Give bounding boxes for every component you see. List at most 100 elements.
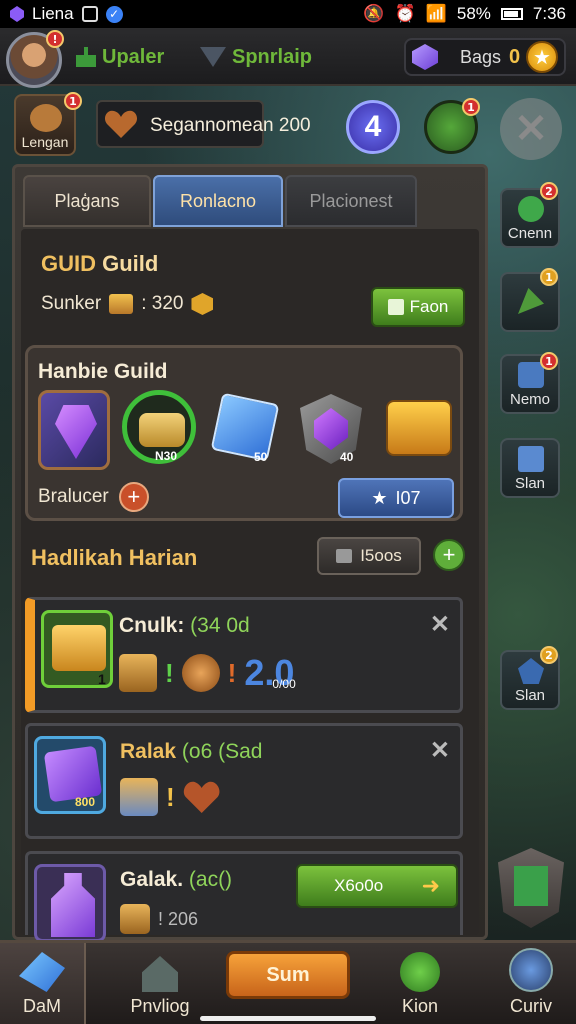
lengan-badge: 1	[64, 92, 82, 110]
gray-box-icon	[336, 549, 353, 563]
task2-close-icon[interactable]: ✕	[430, 736, 450, 765]
purple-crystal-reward[interactable]	[38, 390, 110, 470]
task1-small-number: 0/00	[272, 677, 296, 691]
status-bar: Liena ✓ 🔕 ⏰ 📶 58% 7:36	[0, 0, 576, 28]
heart-icon	[183, 779, 221, 815]
side-button-slan-1-label: Slan	[514, 475, 546, 492]
scroll-reward[interactable]: N30	[122, 390, 196, 464]
chip-spnrlaip[interactable]: Spnrlaip	[200, 40, 312, 74]
heart-icon	[104, 107, 138, 141]
crate-icon	[120, 904, 150, 934]
status-time: 7:36	[532, 4, 566, 23]
nav-pnvliog[interactable]: Pnvliog	[110, 943, 210, 1024]
close-button[interactable]: ✕	[500, 98, 562, 160]
gold-chest-icon	[386, 400, 452, 456]
shield-gem-reward[interactable]: 40	[294, 390, 366, 470]
green-shield-icon	[514, 866, 548, 906]
nav-dam[interactable]: DaM	[0, 943, 86, 1024]
battery-percent: 58%	[456, 4, 491, 23]
task3-subtitle: (ac()	[188, 868, 233, 891]
reward-card-title: Hanbie Guild	[38, 360, 168, 383]
task1-close-icon[interactable]: ✕	[430, 610, 450, 639]
task3-title: Galak. (ac()	[120, 868, 232, 892]
app-notification-icon	[81, 6, 98, 22]
x6o0o-button[interactable]: X6o0o ➜	[296, 864, 458, 908]
bralucer-plus-button[interactable]: +	[118, 482, 149, 512]
arrow-right-icon: ➜	[421, 873, 440, 898]
nav-curiv[interactable]: Curiv	[492, 943, 570, 1024]
house-icon	[142, 956, 178, 992]
green-leaf-icon	[518, 196, 544, 222]
blue-cube-label: 50	[254, 450, 268, 464]
blue-flag-icon	[518, 658, 544, 684]
key-icon	[181, 654, 220, 692]
i5oos-button[interactable]: I5oos	[317, 537, 421, 575]
tab-placionest[interactable]: Placionest	[285, 175, 417, 227]
blue-cube-reward[interactable]: 50	[208, 390, 280, 470]
verified-icon: ✓	[105, 5, 123, 23]
side-nemo-badge: 1	[540, 352, 558, 370]
green-tower-icon	[76, 47, 96, 67]
guild-title-word: Guild	[102, 251, 159, 276]
chip-spnrlaip-label: Spnrlaip	[232, 45, 313, 68]
tab-plagans[interactable]: Plaģans	[23, 175, 151, 227]
x6o0o-button-label: X6o0o	[334, 876, 384, 895]
daily-title: Hadlikah Harian	[31, 545, 198, 570]
side-cnenn-badge: 2	[540, 182, 558, 200]
blue-book-icon	[518, 362, 544, 388]
side-slan-badge: 2	[540, 646, 558, 664]
task1-subtitle: (34 0d	[190, 614, 250, 637]
task1-icon-count: 1	[98, 671, 106, 687]
blue-building-icon	[518, 446, 544, 472]
level-badge[interactable]: 4	[346, 100, 400, 154]
task1-icon: 1	[41, 610, 113, 688]
star-icon: ★	[371, 487, 388, 508]
star-coin-icon[interactable]: ★	[526, 41, 558, 73]
gold-chest-reward[interactable]	[382, 390, 454, 470]
sunker-row: Sunker : 320	[41, 293, 214, 315]
chip-upaler[interactable]: Upaler	[76, 40, 164, 74]
cube-icon	[387, 299, 404, 315]
triangle-icon	[200, 47, 226, 67]
i07-button[interactable]: ★ I07	[338, 478, 454, 518]
task-row-1[interactable]: 1 Cnulk: (34 0d ✕ ! ! 2.0 0/00	[25, 597, 463, 713]
nav-kion[interactable]: Kion	[380, 943, 460, 1024]
gold-box-icon	[109, 294, 134, 314]
gold-hex-icon	[191, 293, 214, 315]
guild-panel: Plaģans Ronlacno Placionest GUID Guild S…	[12, 164, 488, 942]
mute-icon: 🔕	[363, 4, 385, 23]
task2-subtitle: (o6 (Sad	[181, 740, 263, 763]
daily-plus-button[interactable]: +	[433, 539, 465, 571]
task1-title: Cnulk: (34 0d	[119, 614, 250, 638]
shield-reward-label: 40	[340, 450, 354, 464]
task2-icon: 800	[34, 736, 106, 814]
nav-pnvliog-label: Pnvliog	[130, 996, 190, 1016]
blue-compass-icon	[509, 948, 553, 992]
faon-button[interactable]: Faon	[371, 287, 465, 327]
sunker-value: : 320	[141, 293, 184, 314]
currency-value: 0	[509, 45, 521, 68]
heart-resource-box[interactable]: Segannomean 200	[96, 100, 311, 148]
tab-ronlacno[interactable]: Ronlacno	[153, 175, 283, 227]
crate-icon	[119, 654, 157, 692]
task2-title: Ralak (o6 (Sad	[120, 740, 262, 764]
purple-chest-icon	[43, 745, 103, 803]
panel-content: GUID Guild Sunker : 320 Faon Hanbie Guil…	[21, 229, 479, 942]
guild-title-prefix: GUID	[41, 251, 96, 276]
task-row-3[interactable]: Galak. (ac() ! 206 X6o0o ➜	[25, 851, 463, 942]
nav-sum[interactable]: Sum	[226, 951, 350, 999]
blue-crystal-icon	[19, 952, 65, 992]
side-button-nemo-label: Nemo	[509, 391, 550, 408]
gem-notification-icon	[10, 6, 24, 22]
home-indicator[interactable]	[200, 1016, 376, 1021]
currency-box[interactable]: Bags 0 ★	[404, 38, 566, 76]
bralucer-row: Bralucer +	[38, 482, 149, 512]
task-row-2[interactable]: 800 Ralak (o6 (Sad ✕ !	[25, 723, 463, 839]
task2-rewards: !	[120, 778, 221, 816]
nav-dam-label: DaM	[22, 996, 61, 1016]
scroll-reward-label: N30	[155, 449, 178, 463]
side-button-slan-1[interactable]: Slan	[500, 438, 560, 498]
faon-button-label: Faon	[409, 297, 449, 316]
potion-icon	[51, 873, 95, 937]
side-button-slan-2-label: Slan	[514, 687, 546, 704]
